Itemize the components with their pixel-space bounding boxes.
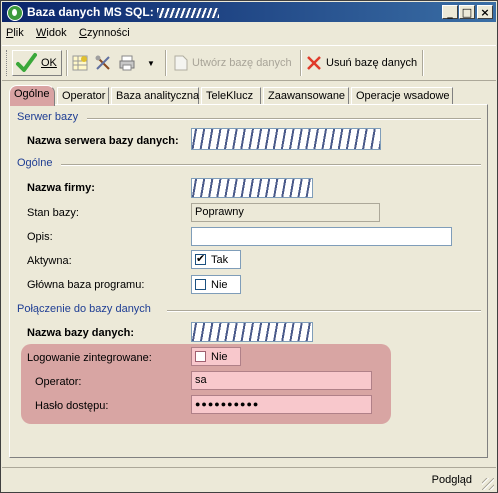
status-bar: Podgląd — [2, 467, 496, 492]
tab-label: Operacje wsadowe — [356, 90, 450, 102]
section-connection-title: Połączenie do bazy danych — [17, 303, 151, 315]
section-divider — [167, 310, 481, 312]
tab-label: Operator — [62, 90, 106, 102]
maximize-icon: □ — [461, 6, 473, 19]
title-bar[interactable]: Baza danych MS SQL: _ □ × — [2, 2, 496, 22]
integrated-login-checkbox[interactable]: Nie — [191, 347, 241, 366]
tab-batch-operations[interactable]: Operacje wsadowe — [351, 87, 453, 105]
window-title: Baza danych MS SQL: — [27, 5, 219, 19]
operator-label: Operator: — [35, 376, 82, 388]
main-db-value: Nie — [211, 278, 228, 291]
password-label: Hasło dostępu: — [35, 400, 109, 412]
minimize-button[interactable]: _ — [442, 5, 458, 19]
delete-x-icon — [307, 56, 321, 70]
db-state-label: Stan bazy: — [27, 207, 79, 219]
section-server-title: Serwer bazy — [17, 111, 79, 123]
close-button[interactable]: × — [477, 5, 493, 19]
delete-database-label: Usuń bazę danych — [326, 57, 418, 69]
toolbar-separator — [300, 50, 302, 76]
tab-label: Ogólne — [14, 88, 50, 100]
menu-actions[interactable]: Czynności — [79, 27, 130, 39]
ok-button[interactable]: OK — [12, 50, 62, 76]
menu-file[interactable]: Plik — [6, 27, 24, 39]
app-icon — [7, 5, 23, 21]
checkbox-unchecked-icon — [195, 279, 206, 290]
status-text: Podgląd — [431, 474, 472, 486]
main-db-checkbox[interactable]: Nie — [191, 275, 241, 294]
password-field[interactable]: ●●●●●●●●●● — [191, 395, 372, 414]
tab-label: Zaawansowane — [268, 90, 346, 102]
main-db-label: Główna baza programu: — [27, 279, 145, 291]
create-database-label: Utwórz bazę danych — [192, 57, 292, 69]
toolbar: OK ▼ Utwórz bazę danych Usuń bazę danych — [2, 45, 496, 81]
tab-advanced[interactable]: Zaawansowane — [263, 87, 349, 105]
server-name-label: Nazwa serwera bazy danych: — [27, 135, 179, 147]
db-state-field: Poprawny — [191, 203, 380, 222]
tools-icon — [95, 55, 110, 70]
minimize-icon: _ — [447, 6, 453, 19]
print-button[interactable] — [118, 50, 136, 76]
redacted-title-suffix — [156, 7, 219, 18]
toolbar-separator — [422, 50, 424, 76]
chevron-down-icon: ▼ — [147, 58, 155, 68]
tab-general[interactable]: Ogólne — [9, 85, 55, 106]
integrated-login-label: Logowanie zintegrowane: — [27, 352, 152, 364]
menu-view[interactable]: Widok — [36, 27, 67, 39]
toolbar-separator — [165, 50, 167, 76]
operator-field[interactable]: sa — [191, 371, 372, 390]
tab-operator[interactable]: Operator — [57, 87, 109, 105]
menu-bar: Plik Widok Czynności — [2, 24, 496, 43]
tab-teleklucz[interactable]: TeleKlucz — [201, 87, 261, 105]
resize-grip[interactable] — [482, 478, 494, 490]
tab-analytical-db[interactable]: Baza analityczna — [111, 87, 199, 105]
section-divider — [61, 164, 481, 166]
toolbar-separator — [66, 50, 68, 76]
db-name-label: Nazwa bazy danych: — [27, 327, 134, 339]
company-name-label: Nazwa firmy: — [27, 182, 95, 194]
checkbox-checked-icon — [195, 252, 206, 265]
checkbox-unchecked-icon — [195, 351, 206, 362]
active-checkbox[interactable]: Tak — [191, 250, 241, 269]
printer-icon — [119, 55, 135, 71]
active-label: Aktywna: — [27, 255, 72, 267]
new-document-icon — [174, 55, 188, 71]
delete-database-button[interactable]: Usuń bazę danych — [306, 50, 417, 76]
edit-button[interactable] — [72, 50, 88, 76]
close-icon: × — [480, 6, 490, 19]
section-divider — [87, 118, 481, 120]
integrated-login-value: Nie — [211, 350, 228, 363]
db-name-field[interactable] — [191, 322, 313, 342]
description-field[interactable] — [191, 227, 452, 246]
section-general-title: Ogólne — [17, 157, 53, 169]
ok-label: OK — [41, 57, 57, 69]
tab-label: Baza analityczna — [116, 90, 200, 102]
print-dropdown-button[interactable]: ▼ — [147, 50, 155, 76]
edit-grid-icon — [72, 55, 88, 71]
main-window: Baza danych MS SQL: _ □ × Plik Widok Czy… — [0, 0, 498, 493]
maximize-button[interactable]: □ — [459, 5, 475, 19]
check-icon — [16, 53, 37, 72]
description-label: Opis: — [27, 231, 53, 243]
tab-label: TeleKlucz — [206, 90, 254, 102]
toolbar-grip[interactable] — [6, 50, 10, 76]
active-value: Tak — [211, 253, 229, 266]
create-database-button[interactable]: Utwórz bazę danych — [174, 50, 292, 76]
tools-button[interactable] — [94, 50, 112, 76]
company-name-field[interactable] — [191, 178, 313, 198]
server-name-field[interactable] — [191, 128, 381, 150]
